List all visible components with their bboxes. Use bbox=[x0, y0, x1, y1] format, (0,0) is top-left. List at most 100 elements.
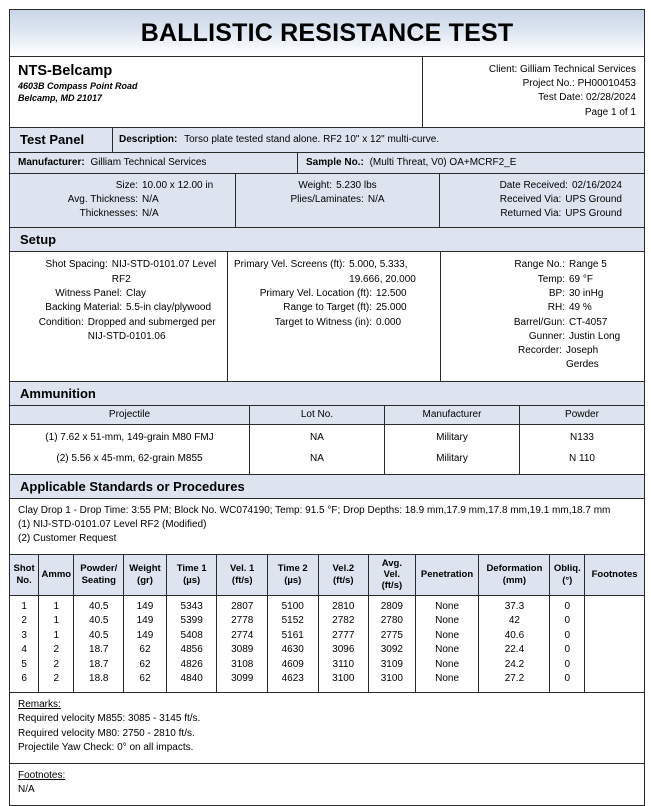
ammo-header-lot-no: Lot No. bbox=[250, 405, 385, 424]
shot-table-cell: 2 bbox=[38, 672, 75, 693]
report-sheet: BALLISTIC RESISTANCE TEST NTS-Belcamp 46… bbox=[9, 9, 645, 806]
plies-value: N/A bbox=[367, 193, 385, 205]
ammunition-section-header: Ammunition bbox=[10, 381, 644, 406]
date-received-label: Date Received: bbox=[499, 179, 568, 191]
setup-field: Backing Material: 5.5-in clay/plywood bbox=[16, 301, 221, 315]
shot-table-cell: 5408 bbox=[166, 628, 218, 644]
remarks-label: Remarks: bbox=[18, 698, 61, 710]
thicknesses-label: Thicknesses: bbox=[79, 208, 138, 220]
avg-thickness-label: Avg. Thickness: bbox=[67, 193, 138, 205]
shot-table-header-cell: Avg. Vel. (ft/s) bbox=[368, 554, 416, 596]
setup-field-value: 0.000 bbox=[376, 316, 402, 328]
setup-field-value: 5.000, 5.333, 19.666, 20.000 bbox=[349, 259, 416, 285]
weight-label: Weight: bbox=[298, 179, 333, 191]
table-row: 5 2 18.7 62 4826 3108 4609 3110 3109 None 24.2 0 bbox=[10, 657, 644, 673]
sample-no-value: (Multi Threat, V0) OA+MCRF2_E bbox=[369, 156, 517, 168]
remarks-lines: Required velocity M855: 3085 - 3145 ft/s… bbox=[18, 712, 636, 756]
shot-table-cell: 5399 bbox=[166, 614, 218, 629]
shot-table-cell: 2810 bbox=[318, 595, 370, 615]
setup-field-label: Primary Vel. Screens (ft): bbox=[234, 259, 346, 271]
shot-table-cell: 42 bbox=[478, 614, 551, 629]
setup-field: Barrel/Gun: CT-4057 bbox=[447, 316, 632, 330]
shot-table-cell: 62 bbox=[123, 643, 167, 658]
footnotes-block: Footnotes: N/A bbox=[10, 763, 644, 805]
shot-table-cell: 5100 bbox=[267, 595, 319, 615]
shot-table-head: Shot No. Ammo Powder/Seating Weight (gr) Time … bbox=[10, 554, 644, 596]
shot-table-cell: 4856 bbox=[166, 643, 218, 658]
plies-label: Plies/Laminates: bbox=[290, 193, 364, 205]
shot-table-cell: 2782 bbox=[318, 614, 370, 629]
test-panel-row: Test Panel Description: Torso plate test… bbox=[10, 127, 644, 153]
setup-field: Target to Witness (in): 0.000 bbox=[234, 316, 434, 330]
ammo-cell: (1) 7.62 x 51-mm, 149-grain M80 FMJ bbox=[45, 431, 214, 443]
setup-field-label: Condition: bbox=[38, 316, 84, 328]
setup-field: Primary Vel. Location (ft): 12.500 bbox=[234, 287, 434, 301]
shot-table-cell: 4 bbox=[10, 643, 40, 658]
setup-field-label: Recorder: bbox=[518, 345, 562, 357]
shot-table-header-cell: Obliq. (°) bbox=[549, 554, 586, 596]
setup-field-value: NIJ-STD-0101.07 Level RF2 bbox=[111, 259, 217, 285]
setup-column-2: Primary Vel. Screens (ft): 5.000, 5.333, … bbox=[228, 252, 441, 381]
standards-line: (2) Customer Request bbox=[18, 533, 117, 545]
shot-table-cell: 3089 bbox=[216, 643, 268, 658]
setup-field-label: Range No.: bbox=[514, 259, 565, 271]
shot-table-cell: 2774 bbox=[216, 628, 268, 644]
setup-field-value: 49 % bbox=[569, 302, 592, 314]
shot-table-cell: 0 bbox=[549, 657, 586, 673]
shot-table-cell: None bbox=[415, 595, 480, 615]
page-number: Page 1 of 1 bbox=[584, 106, 636, 118]
shot-table-cell: 2 bbox=[38, 657, 75, 673]
remarks-line: Projectile Yaw Check: 0° on all impacts. bbox=[18, 742, 194, 754]
shot-table-cell: 1 bbox=[38, 595, 75, 615]
manufacturer-sample-row: Manufacturer: Gilliam Technical Services… bbox=[10, 152, 644, 174]
setup-field-label: Gunner: bbox=[528, 330, 565, 342]
manufacturer-cell: Manufacturer: Gilliam Technical Services bbox=[10, 152, 298, 173]
shot-table-cell: 3099 bbox=[216, 672, 268, 693]
setup-field: Range to Target (ft): 25.000 bbox=[234, 301, 434, 315]
ammunition-table-body: (1) 7.62 x 51-mm, 149-grain M80 FMJ (2) … bbox=[10, 424, 644, 475]
shot-table-header-cell: Time 2 (µs) bbox=[267, 554, 319, 596]
shot-table-cell: None bbox=[415, 672, 480, 693]
shot-table-header-row: Shot No. Ammo Powder/Seating Weight (gr) Time … bbox=[10, 554, 644, 596]
shot-table-cell bbox=[585, 614, 644, 629]
shot-table-cell: 3 bbox=[10, 628, 40, 644]
ammo-cell: NA bbox=[310, 452, 324, 464]
shot-table-cell: 62 bbox=[123, 672, 167, 693]
shot-table-cell: 3100 bbox=[318, 672, 370, 693]
report-page: BALLISTIC RESISTANCE TEST NTS-Belcamp 46… bbox=[0, 0, 651, 806]
setup-field: Range No.: Range 5 bbox=[447, 258, 632, 272]
shot-table-cell: 22.4 bbox=[478, 643, 551, 658]
shot-table-cell: 5152 bbox=[267, 614, 319, 629]
shot-table-cell: 149 bbox=[123, 595, 167, 615]
shot-table-header-cell: Deformation (mm) bbox=[478, 554, 551, 596]
shot-table-header-cell: Vel. 1 (ft/s) bbox=[216, 554, 268, 596]
setup-field-value: Dropped and submerged per NIJ-STD-0101.0… bbox=[87, 316, 216, 342]
avg-thickness-value: N/A bbox=[142, 193, 159, 205]
shot-table-cell: 2780 bbox=[368, 614, 416, 629]
remarks-line: Required velocity M855: 3085 - 3145 ft/s… bbox=[18, 713, 201, 725]
setup-field-label: Temp: bbox=[537, 273, 565, 285]
shot-table-cell: 18.7 bbox=[73, 643, 125, 658]
shot-table-cell: 40.6 bbox=[478, 628, 551, 644]
shot-table-cell: 6 bbox=[10, 672, 40, 693]
shot-table-cell: None bbox=[415, 614, 480, 629]
shot-table-cell: 0 bbox=[549, 672, 586, 693]
shot-table-header-cell: Shot No. bbox=[10, 554, 40, 596]
shot-table-cell: 62 bbox=[123, 657, 167, 673]
shot-table-cell: 40.5 bbox=[73, 595, 125, 615]
setup-field-label: Target to Witness (in): bbox=[274, 316, 372, 328]
table-row: 1 1 40.5 149 5343 2807 5100 2810 2809 None 37.3 0 bbox=[10, 595, 644, 615]
shot-table-cell: None bbox=[415, 628, 480, 644]
shot-table-cell: 4630 bbox=[267, 643, 319, 658]
shot-table-cell: 2777 bbox=[318, 628, 370, 644]
setup-field-label: Barrel/Gun: bbox=[513, 316, 565, 328]
shot-table-cell bbox=[585, 672, 644, 692]
test-panel-description: Description: Torso plate tested stand al… bbox=[113, 128, 644, 152]
manufacturer-value: Gilliam Technical Services bbox=[90, 156, 207, 168]
setup-field-value: 12.500 bbox=[376, 287, 407, 299]
ammo-cell: N 110 bbox=[569, 452, 595, 464]
description-value: Torso plate tested stand alone. RF2 10" … bbox=[184, 133, 440, 145]
shot-table-cell bbox=[585, 658, 644, 673]
shot-table-cell: 40.5 bbox=[73, 628, 125, 644]
panel-weight-cell: Weight: 5.230 lbs Plies/Laminates: N/A bbox=[236, 173, 440, 228]
